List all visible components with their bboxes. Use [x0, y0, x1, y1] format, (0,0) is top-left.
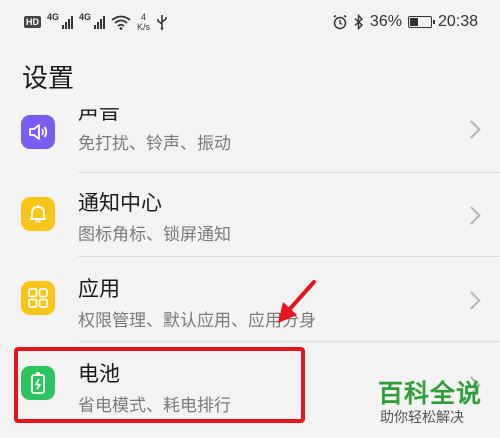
watermark-title: 百科全说 [378, 379, 483, 408]
annotation-arrow [278, 280, 316, 323]
watermark-subtitle: 助你轻松解决 [380, 410, 464, 426]
